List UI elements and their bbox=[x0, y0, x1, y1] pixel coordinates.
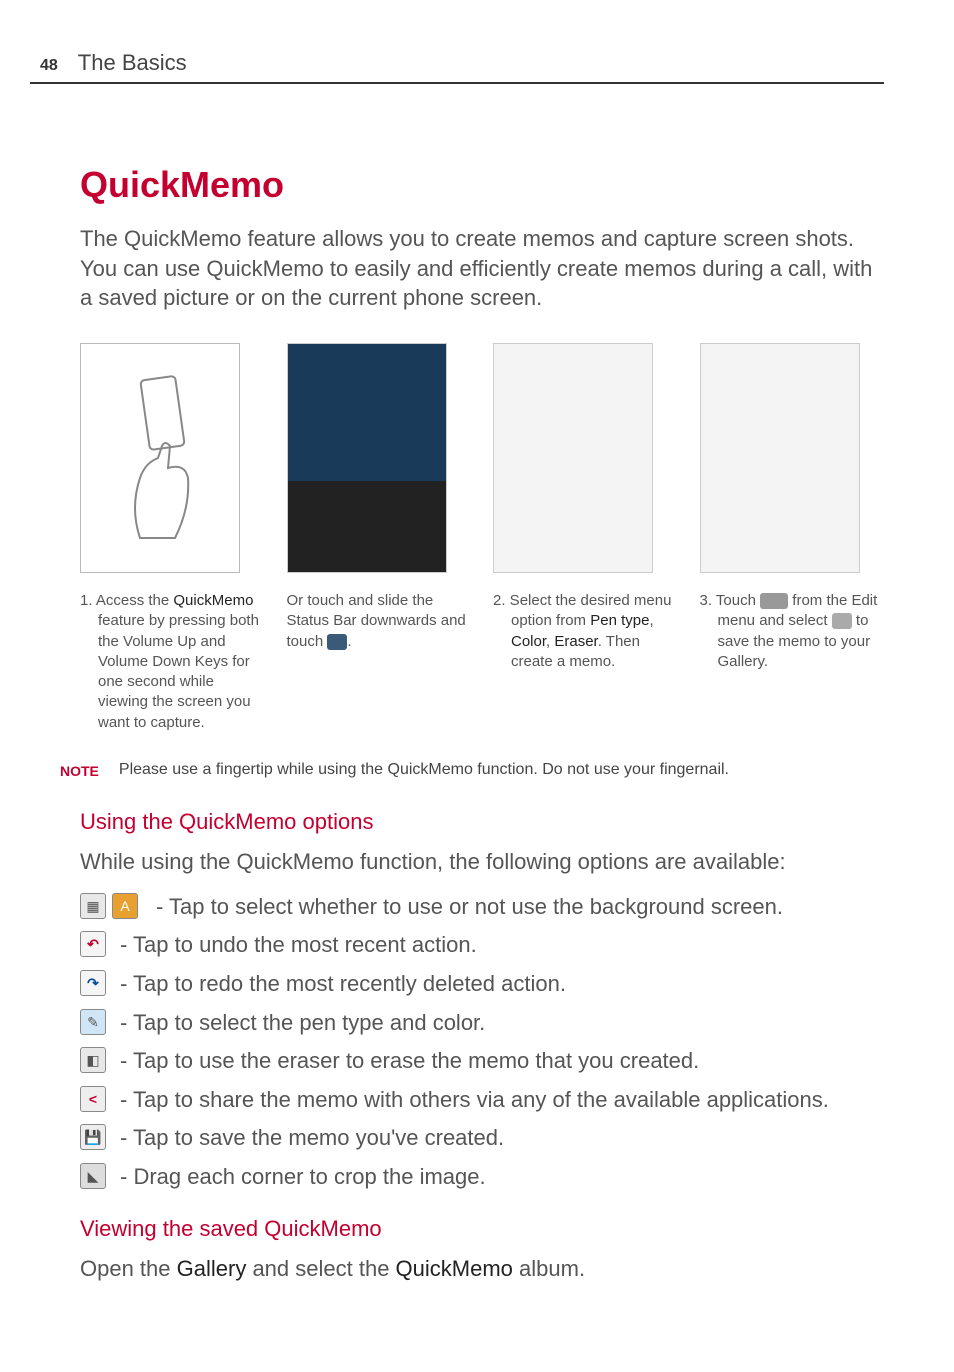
viewing-text: Open the Gallery and select the QuickMem… bbox=[80, 1256, 884, 1282]
step-1-image bbox=[80, 343, 240, 573]
step-3-caption: 2. Select the desired menu option from P… bbox=[493, 591, 678, 672]
note-label: NOTE bbox=[60, 761, 99, 779]
options-heading: Using the QuickMemo options bbox=[80, 809, 884, 835]
option-pen-text: - Tap to select the pen type and color. bbox=[120, 1009, 485, 1038]
option-redo: ↷ - Tap to redo the most recently delete… bbox=[80, 970, 884, 999]
viewing-heading: Viewing the saved QuickMemo bbox=[80, 1216, 884, 1242]
step-3-strong-c: Eraser bbox=[554, 633, 597, 650]
note-row: NOTE Please use a fingertip while using … bbox=[60, 761, 884, 779]
step-3: 2. Select the desired menu option from P… bbox=[493, 343, 678, 733]
step-4-num: 3. bbox=[700, 592, 713, 609]
note-text: Please use a fingertip while using the Q… bbox=[119, 761, 729, 779]
option-background: ▦ A - Tap to select whether to use or no… bbox=[80, 893, 884, 922]
viewing-text-b: and select the bbox=[246, 1256, 395, 1281]
redo-icon: ↷ bbox=[80, 970, 106, 996]
step-3-strong-a: Pen type bbox=[590, 612, 649, 629]
step-2-text: Or touch and slide the Status Bar downwa… bbox=[287, 592, 466, 650]
step-4: 3. Touch from the Edit menu and select t… bbox=[700, 343, 885, 733]
background-b-icon: A bbox=[112, 893, 138, 919]
section-title: QuickMemo bbox=[80, 164, 884, 206]
option-undo: ↶ - Tap to undo the most recent action. bbox=[80, 931, 884, 960]
option-share-text: - Tap to share the memo with others via … bbox=[120, 1086, 829, 1115]
save-icon: 💾 bbox=[80, 1124, 106, 1150]
save-inline-icon bbox=[832, 613, 852, 629]
option-background-text: - Tap to select whether to use or not us… bbox=[156, 893, 783, 922]
option-undo-text: - Tap to undo the most recent action. bbox=[120, 931, 477, 960]
page-header: 48 The Basics bbox=[30, 50, 884, 84]
step-4-text-a: Touch bbox=[712, 592, 760, 609]
option-share: < - Tap to share the memo with others vi… bbox=[80, 1086, 884, 1115]
background-a-icon: ▦ bbox=[80, 893, 106, 919]
option-crop: ◣ - Drag each corner to crop the image. bbox=[80, 1163, 884, 1192]
option-save-text: - Tap to save the memo you've created. bbox=[120, 1124, 504, 1153]
option-save: 💾 - Tap to save the memo you've created. bbox=[80, 1124, 884, 1153]
step-4-image bbox=[700, 343, 860, 573]
option-eraser: ◧ - Tap to use the eraser to erase the m… bbox=[80, 1047, 884, 1076]
share-icon: < bbox=[80, 1086, 106, 1112]
eraser-icon: ◧ bbox=[80, 1047, 106, 1073]
step-2-alt: Or touch and slide the Status Bar downwa… bbox=[287, 343, 472, 733]
option-eraser-text: - Tap to use the eraser to erase the mem… bbox=[120, 1047, 699, 1076]
undo-icon: ↶ bbox=[80, 931, 106, 957]
edit-menu-icon bbox=[760, 593, 788, 609]
intro-text: The QuickMemo feature allows you to crea… bbox=[80, 224, 884, 313]
step-3-sep1: , bbox=[649, 612, 653, 629]
page-number: 48 bbox=[40, 57, 58, 75]
step-3-image bbox=[493, 343, 653, 573]
step-1: 1. Access the QuickMemo feature by press… bbox=[80, 343, 265, 733]
option-redo-text: - Tap to redo the most recently deleted … bbox=[120, 970, 566, 999]
viewing-text-c: album. bbox=[513, 1256, 585, 1281]
step-2-suffix: . bbox=[347, 633, 351, 650]
step-3-strong-b: Color bbox=[511, 633, 546, 650]
viewing-strong-b: QuickMemo bbox=[396, 1256, 513, 1281]
option-crop-text: - Drag each corner to crop the image. bbox=[120, 1163, 486, 1192]
header-title: The Basics bbox=[78, 50, 187, 76]
viewing-strong-a: Gallery bbox=[177, 1256, 247, 1281]
step-1-strong: QuickMemo bbox=[173, 592, 253, 609]
options-list: ▦ A - Tap to select whether to use or no… bbox=[80, 893, 884, 1192]
options-intro: While using the QuickMemo function, the … bbox=[80, 849, 884, 875]
viewing-text-a: Open the bbox=[80, 1256, 177, 1281]
step-1-caption: 1. Access the QuickMemo feature by press… bbox=[80, 591, 265, 733]
step-1-text-a: Access the bbox=[93, 592, 174, 609]
step-3-num: 2. bbox=[493, 592, 506, 609]
option-pen: ✎ - Tap to select the pen type and color… bbox=[80, 1009, 884, 1038]
crop-icon: ◣ bbox=[80, 1163, 106, 1189]
step-1-text-b: feature by pressing both the Volume Up a… bbox=[98, 612, 259, 730]
pen-icon: ✎ bbox=[80, 1009, 106, 1035]
step-2-image bbox=[287, 343, 447, 573]
step-1-num: 1. bbox=[80, 592, 93, 609]
steps-row: 1. Access the QuickMemo feature by press… bbox=[80, 343, 884, 733]
step-4-caption: 3. Touch from the Edit menu and select t… bbox=[700, 591, 885, 672]
quickmemo-notification-icon bbox=[327, 634, 347, 650]
step-2-caption: Or touch and slide the Status Bar downwa… bbox=[287, 591, 472, 652]
